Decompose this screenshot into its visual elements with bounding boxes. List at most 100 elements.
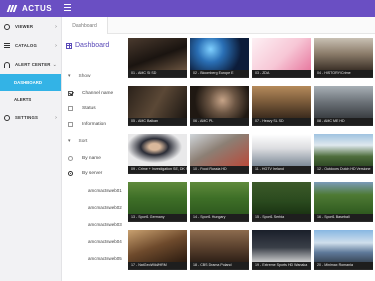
chevron-icon: › bbox=[55, 114, 57, 121]
eye-icon bbox=[4, 23, 10, 30]
channel-thumbnail bbox=[128, 134, 187, 166]
radio-icon bbox=[68, 156, 73, 161]
channel-caption: 17 - NatGeoWild/HRM bbox=[128, 262, 187, 269]
sidebar-item-alerts[interactable]: ALERTS bbox=[0, 91, 61, 108]
sort-section-toggle[interactable]: ▾ Sort bbox=[68, 138, 87, 144]
channel-caption: 08 - AMC ME HD bbox=[314, 118, 373, 125]
radio-icon bbox=[68, 171, 73, 176]
channel-tile[interactable]: 07 - Heavy SL SD bbox=[252, 86, 311, 126]
show-channel-name-checkbox[interactable]: Channel name bbox=[68, 91, 113, 96]
channel-caption: 12 - Outdoors Dutch HD Versione bbox=[314, 166, 373, 173]
chevron-icon: › bbox=[55, 42, 57, 49]
top-bar: ACTUS bbox=[0, 0, 375, 17]
server-item[interactable]: amcmactsweb04 bbox=[88, 239, 122, 244]
channel-tile[interactable]: 20 - Minimax Romania bbox=[314, 230, 373, 270]
channel-thumbnail bbox=[252, 134, 311, 166]
checkbox-label: Channel name bbox=[82, 91, 114, 96]
channel-thumbnail bbox=[314, 182, 373, 214]
channel-thumbnail bbox=[252, 38, 311, 70]
sort-by-name-radio[interactable]: By name bbox=[68, 156, 101, 161]
channel-thumbnail bbox=[314, 230, 373, 262]
dashboard-title-text: Dashboard bbox=[75, 42, 110, 49]
logo-text: ACTUS bbox=[22, 4, 53, 13]
channel-tile[interactable]: 16 - Sport1 Baseball bbox=[314, 182, 373, 222]
channel-thumbnail bbox=[314, 86, 373, 118]
chevron-icon: ⌄ bbox=[52, 61, 57, 68]
checkbox-label: Status bbox=[82, 106, 96, 111]
channel-tile[interactable]: 15 - Sport1 Serbia bbox=[252, 182, 311, 222]
filter-panel: Dashboard ▾ Show Channel name Status Inf… bbox=[62, 34, 126, 281]
collapse-icon: ▾ bbox=[68, 73, 71, 79]
actus-logo[interactable]: ACTUS bbox=[6, 4, 52, 13]
menu-icon[interactable] bbox=[64, 4, 72, 12]
tab-bar: Dashboard bbox=[62, 17, 375, 34]
channel-thumbnail bbox=[128, 182, 187, 214]
sidebar-item-catalog[interactable]: CATALOG › bbox=[0, 36, 61, 55]
sidebar-item-label: ALERT CENTER bbox=[15, 62, 51, 67]
channel-caption: 09 - Crime + Investigation SE, DK SFT bbox=[128, 166, 187, 173]
channel-tile[interactable]: 13 - Sport1 Germany bbox=[128, 182, 187, 222]
show-section-toggle[interactable]: ▾ Show bbox=[68, 73, 91, 79]
sort-by-server-radio[interactable]: By server bbox=[68, 171, 102, 176]
channel-tile[interactable]: 06 - AMC PL bbox=[190, 86, 249, 126]
server-item[interactable]: amcmactsweb02 bbox=[88, 205, 122, 210]
channel-caption: 07 - Heavy SL SD bbox=[252, 118, 311, 125]
channel-tile[interactable]: 01 - AMC SI SD bbox=[128, 38, 187, 78]
checkbox-icon bbox=[68, 91, 73, 96]
channel-caption: 03 - ZDA bbox=[252, 70, 311, 77]
channel-caption: 01 - AMC SI SD bbox=[128, 70, 187, 77]
checkbox-label: Information bbox=[82, 122, 106, 127]
radio-label: By name bbox=[82, 156, 101, 161]
channel-thumbnail bbox=[252, 86, 311, 118]
logo-mark-icon bbox=[6, 4, 20, 13]
channel-tile[interactable]: 09 - Crime + Investigation SE, DK SFT bbox=[128, 134, 187, 174]
channel-tile[interactable]: 14 - Sport1 Hungary bbox=[190, 182, 249, 222]
server-item[interactable]: amcmactsweb03 bbox=[88, 222, 122, 227]
channel-tile[interactable]: 05 - AMC Balkan bbox=[128, 86, 187, 126]
channel-caption: 15 - Sport1 Serbia bbox=[252, 214, 311, 221]
server-item[interactable]: amcmactsweb01 bbox=[88, 188, 122, 193]
channel-caption: 04 - HISTORY/Crime bbox=[314, 70, 373, 77]
channel-tile[interactable]: 17 - NatGeoWild/HRM bbox=[128, 230, 187, 270]
show-label: Show bbox=[78, 73, 91, 79]
server-item[interactable]: amcmactsweb05 bbox=[88, 256, 122, 261]
channel-tile[interactable]: 04 - HISTORY/Crime bbox=[314, 38, 373, 78]
sidebar-item-dashboard[interactable]: DASHBOARD bbox=[0, 74, 61, 91]
collapse-icon: ▾ bbox=[68, 138, 71, 144]
channel-tile[interactable]: 02 - Bloomberg Europe E bbox=[190, 38, 249, 78]
bell-icon bbox=[4, 61, 10, 68]
checkbox-icon bbox=[68, 106, 73, 111]
channel-thumbnail bbox=[190, 86, 249, 118]
sidebar-item-label: SETTINGS bbox=[15, 115, 39, 120]
channel-caption: 20 - Minimax Romania bbox=[314, 262, 373, 269]
channel-caption: 18 - CBS Drama Poland bbox=[190, 262, 249, 269]
channel-thumbnail bbox=[190, 182, 249, 214]
channel-thumbnail bbox=[128, 230, 187, 262]
sidebar-item-viewer[interactable]: VIEWER › bbox=[0, 17, 61, 36]
sidebar-item-settings[interactable]: SETTINGS › bbox=[0, 108, 61, 127]
channel-tile[interactable]: 19 - Extreme Sports HD Wanaka bbox=[252, 230, 311, 270]
tab-dashboard[interactable]: Dashboard bbox=[62, 17, 108, 34]
channel-tile[interactable]: 12 - Outdoors Dutch HD Versione bbox=[314, 134, 373, 174]
channel-caption: 19 - Extreme Sports HD Wanaka bbox=[252, 262, 311, 269]
radio-label: By server bbox=[82, 171, 103, 176]
channel-tile[interactable]: 18 - CBS Drama Poland bbox=[190, 230, 249, 270]
channel-caption: 16 - Sport1 Baseball bbox=[314, 214, 373, 221]
channel-tile[interactable]: 03 - ZDA bbox=[252, 38, 311, 78]
channel-caption: 14 - Sport1 Hungary bbox=[190, 214, 249, 221]
channel-caption: 11 - HGTV Ireland bbox=[252, 166, 311, 173]
channel-tile[interactable]: 11 - HGTV Ireland bbox=[252, 134, 311, 174]
channel-caption: 02 - Bloomberg Europe E bbox=[190, 70, 249, 77]
show-information-checkbox[interactable]: Information bbox=[68, 122, 106, 127]
gear-icon bbox=[4, 114, 10, 121]
channel-thumbnail bbox=[128, 38, 187, 70]
checkbox-icon bbox=[68, 122, 73, 127]
chevron-icon: › bbox=[55, 23, 57, 30]
channel-tile[interactable]: 08 - AMC ME HD bbox=[314, 86, 373, 126]
sidebar-item-alert-center[interactable]: ALERT CENTER ⌄ bbox=[0, 55, 61, 74]
channel-tile[interactable]: 10 - Food Russia HD bbox=[190, 134, 249, 174]
catalog-icon bbox=[4, 42, 10, 49]
show-status-checkbox[interactable]: Status bbox=[68, 106, 96, 111]
channel-caption: 05 - AMC Balkan bbox=[128, 118, 187, 125]
channel-thumbnail bbox=[128, 86, 187, 118]
